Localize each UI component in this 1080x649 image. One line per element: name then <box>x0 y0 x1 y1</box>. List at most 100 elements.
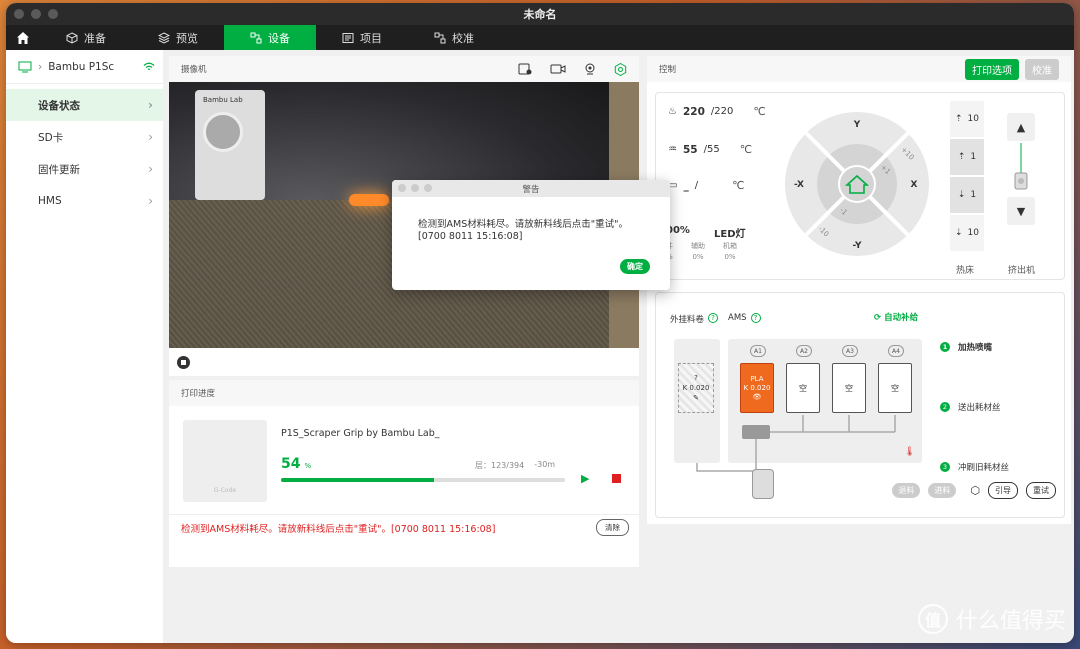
bed-up-1-button[interactable]: ⇡ 1 <box>950 139 984 175</box>
zoom-window-button[interactable] <box>48 9 58 19</box>
timelapse-icon[interactable] <box>550 63 566 75</box>
camera-panel-header: 摄像机 <box>169 56 639 82</box>
dialog-message: 检测到AMS材料耗尽。请放新料线后点击"重试"。[0700 8011 15:16… <box>418 219 628 242</box>
wifi-icon <box>143 62 155 70</box>
chamber-temp: _ <box>683 179 689 192</box>
minimize-window-button[interactable] <box>31 9 41 19</box>
chamber-fan[interactable]: 机箱 0% <box>723 241 737 261</box>
dialog-minimize-button[interactable] <box>411 184 419 192</box>
printer-icon <box>18 61 32 72</box>
dialog-close-button[interactable] <box>398 184 406 192</box>
tab-prepare[interactable]: 准备 <box>40 25 132 50</box>
nozzle-temp: 220 <box>682 105 705 118</box>
tab-preview[interactable]: 预览 <box>132 25 224 50</box>
bed-up-10-button[interactable]: ⇡ 10 <box>950 101 984 137</box>
nozzle-temp-row[interactable]: ♨ 220 /220 ℃ <box>668 105 766 118</box>
cube-icon <box>66 31 78 44</box>
progress-percent-value: 54 <box>281 456 301 472</box>
bed-down-10-button[interactable]: ⇣ 10 <box>950 215 984 251</box>
sidebar-item-hms[interactable]: HMS › <box>6 185 163 217</box>
settings-icon[interactable] <box>614 62 627 76</box>
stop-camera-button[interactable] <box>177 355 190 369</box>
home-icon <box>17 31 29 44</box>
load-button[interactable]: 进料 <box>928 483 957 498</box>
fan-value: 0% <box>724 253 736 261</box>
extruder-icon <box>1014 143 1028 190</box>
dialog-window-controls <box>398 184 432 192</box>
sidebar-item-label: SD卡 <box>38 131 64 144</box>
tab-label: 校准 <box>452 31 474 45</box>
chamber-temp-row[interactable]: ▭ _ / ℃ <box>668 179 744 192</box>
clear-error-button[interactable]: 清除 <box>596 519 629 536</box>
title-bar: 未命名 <box>6 3 1074 25</box>
load-steps: 1 加热喷嘴 2 送出耗材丝 3 冲刷旧耗材丝 <box>940 317 1009 497</box>
dialog-titlebar: 警告 <box>392 180 670 197</box>
play-icon: ▶ <box>581 472 590 485</box>
jog-neg-y[interactable]: -Y <box>853 241 862 251</box>
gcode-thumbnail: G-Code <box>183 420 267 502</box>
extrude-up-button[interactable]: ▲ <box>1007 113 1035 141</box>
sidebar-item-device-status[interactable]: 设备状态 › <box>6 89 163 121</box>
stop-print-button[interactable] <box>612 474 621 483</box>
print-options-button[interactable]: 打印选项 <box>965 58 1019 80</box>
print-head-logo: Bambu Lab <box>203 96 243 104</box>
control-panel: 控制 打印选项 校准 ♨ 220 /220 ℃ ♒ 55 /55 ℃ ▭ _ /… <box>647 56 1071 524</box>
extruder-icon <box>752 469 774 499</box>
z-step: 1 <box>970 152 977 162</box>
unload-button[interactable]: 退料 <box>892 483 921 498</box>
guide-button[interactable]: 引导 <box>988 482 1018 499</box>
chevron-right-icon: › <box>148 130 153 144</box>
triangle-up-icon: ▲ <box>1016 120 1026 134</box>
fan-label: 辅助 <box>691 242 705 250</box>
project-icon <box>342 32 354 43</box>
step-label: 冲刷旧耗材丝 <box>958 463 1010 473</box>
led-toggle[interactable]: LED灯 <box>714 225 746 240</box>
stop-icon <box>181 359 186 365</box>
step-label: 加热喷嘴 <box>958 343 993 353</box>
bed-down-1-button[interactable]: ⇣ 1 <box>950 177 984 213</box>
control-header-buttons: 打印选项 校准 <box>965 58 1059 80</box>
progress-title: 打印进度 <box>181 389 216 399</box>
ams-settings-icon[interactable]: ⬡ <box>970 484 980 497</box>
aux-fan[interactable]: 辅助 0% <box>691 241 705 261</box>
step-feed-filament: 2 送出耗材丝 <box>940 377 1009 437</box>
resume-button[interactable]: ▶ <box>581 472 589 485</box>
sidebar-item-label: 固件更新 <box>38 163 80 176</box>
close-window-button[interactable] <box>14 9 24 19</box>
print-progress-panel: 打印进度 G-Code P1S_Scraper Grip by Bambu La… <box>169 380 639 567</box>
dialog-ok-button[interactable]: 确定 <box>620 259 650 274</box>
bed-label: 热床 <box>956 266 975 276</box>
jog-y[interactable]: Y <box>853 120 861 130</box>
calibrate-button[interactable]: 校准 <box>1025 58 1059 80</box>
tab-calibration[interactable]: 校准 <box>408 25 500 50</box>
layer-info: 层：123/394 -30m <box>475 460 555 471</box>
jog-x[interactable]: X <box>911 180 918 190</box>
fan-label: 机箱 <box>723 242 737 250</box>
tab-device[interactable]: 设备 <box>224 25 316 50</box>
dialog-zoom-button[interactable] <box>424 184 432 192</box>
webcam-icon[interactable] <box>584 63 596 75</box>
extrude-down-button[interactable]: ▼ <box>1007 197 1035 225</box>
tab-project[interactable]: 项目 <box>316 25 408 50</box>
z-step: 1 <box>970 190 977 200</box>
sidebar-item-firmware[interactable]: 固件更新 › <box>6 153 163 185</box>
home-button[interactable] <box>6 25 40 50</box>
bed-light-glow <box>349 194 389 206</box>
device-icon <box>250 32 262 43</box>
jog-control[interactable]: Y -Y X -X +10 +1 -1 -10 <box>784 111 930 257</box>
tab-label: 项目 <box>360 31 382 45</box>
sd-record-icon[interactable] <box>518 63 532 75</box>
sidebar-item-label: 设备状态 <box>38 99 80 112</box>
chevron-right-icon: › <box>38 60 43 73</box>
bed-temp-row[interactable]: ♒ 55 /55 ℃ <box>668 143 752 156</box>
progress-percent: 54% <box>281 456 311 472</box>
printer-selector[interactable]: › Bambu P1Sc <box>6 50 163 84</box>
nozzle-target: /220 <box>710 106 734 117</box>
progress-bar-fill <box>281 478 435 482</box>
retry-button[interactable]: 重试 <box>1026 482 1056 499</box>
window-title: 未命名 <box>523 8 557 21</box>
sidebar-item-sd-card[interactable]: SD卡 › <box>6 121 163 153</box>
jog-neg-x[interactable]: -X <box>794 180 804 190</box>
camera-title: 摄像机 <box>181 65 207 75</box>
calibration-icon <box>434 32 446 43</box>
